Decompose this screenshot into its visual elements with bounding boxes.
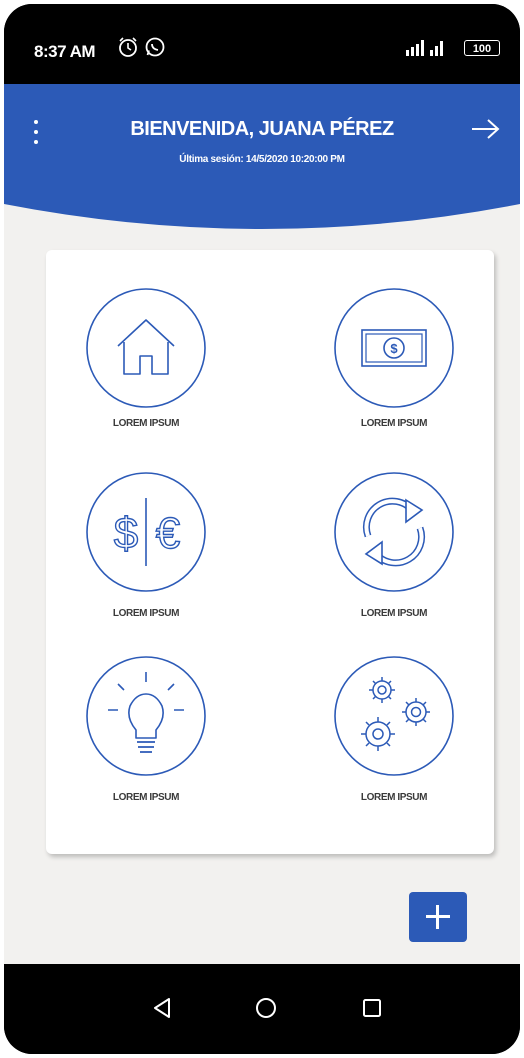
phone-frame: 8:37 AM 100 BIENVENIDA, JUANA PÉREZ Últi… — [4, 4, 520, 1054]
welcome-title: BIENVENIDA, JUANA PÉREZ — [130, 118, 394, 140]
svg-text:$: $ — [390, 341, 398, 356]
svg-text:$: $ — [114, 509, 138, 558]
menu-item-label: LOREM IPSUM — [112, 418, 180, 429]
svg-text:€: € — [156, 509, 180, 558]
navigation-bar — [4, 964, 520, 1054]
recents-square-icon[interactable] — [362, 998, 382, 1018]
battery-icon: 100 — [464, 40, 500, 56]
lightbulb-icon — [86, 656, 206, 776]
home-icon — [86, 288, 206, 408]
menu-item-home[interactable]: LOREM IPSUM — [46, 286, 246, 476]
app-header: BIENVENIDA, JUANA PÉREZ Última sesión: 1… — [4, 84, 520, 234]
menu-item-label: LOREM IPSUM — [360, 418, 428, 429]
battery-level: 100 — [472, 43, 492, 55]
menu-item-money[interactable]: $ LOREM IPSUM — [294, 286, 494, 476]
back-triangle-icon[interactable] — [152, 997, 172, 1019]
menu-item-currency[interactable]: $ € LOREM IPSUM — [46, 470, 246, 660]
menu-item-label: LOREM IPSUM — [360, 608, 428, 619]
menu-item-label: LOREM IPSUM — [112, 792, 180, 803]
status-bar: 8:37 AM 100 — [4, 4, 520, 84]
app-screen: BIENVENIDA, JUANA PÉREZ Última sesión: 1… — [4, 84, 520, 964]
menu-card: LOREM IPSUM $ LOREM IPSUM $ € LOREM IPSU… — [46, 250, 494, 854]
menu-item-ideas[interactable]: LOREM IPSUM — [46, 654, 246, 844]
menu-item-label: LOREM IPSUM — [112, 608, 180, 619]
gears-icon — [334, 656, 454, 776]
whatsapp-icon — [145, 37, 165, 57]
refresh-arrows-icon — [334, 472, 454, 592]
money-bill-icon: $ — [334, 288, 454, 408]
home-circle-icon[interactable] — [255, 997, 277, 1019]
menu-item-refresh[interactable]: LOREM IPSUM — [294, 470, 494, 660]
last-session-text: Última sesión: 14/5/2020 10:20:00 PM — [179, 154, 345, 165]
signal-icon — [406, 40, 443, 56]
alarm-icon — [119, 37, 137, 57]
currency-exchange-icon: $ € — [86, 472, 206, 592]
logout-arrow-icon[interactable] — [468, 116, 502, 142]
menu-item-settings[interactable]: LOREM IPSUM — [294, 654, 494, 844]
status-time: 8:37 AM — [34, 42, 96, 61]
menu-item-label: LOREM IPSUM — [360, 792, 428, 803]
add-button[interactable] — [409, 892, 467, 942]
